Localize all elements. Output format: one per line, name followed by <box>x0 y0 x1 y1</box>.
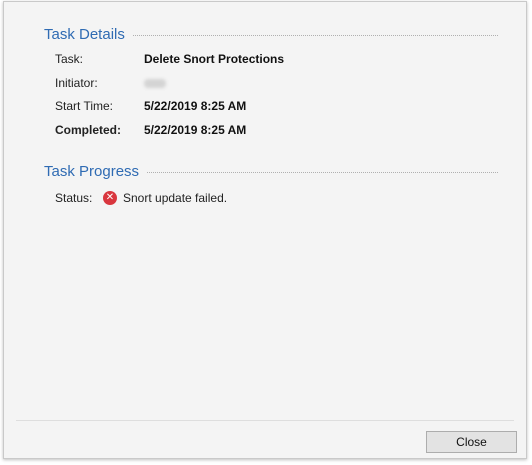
section-divider <box>147 172 498 173</box>
close-button[interactable]: Close <box>426 431 517 453</box>
status-text: Snort update failed. <box>123 191 228 205</box>
task-value: Delete Snort Protections <box>144 52 285 66</box>
start-time-value: 5/22/2019 8:25 AM <box>144 99 247 113</box>
status-row: Status: ✕ Snort update failed. <box>55 191 227 205</box>
initiator-row: Initiator: <box>55 76 166 90</box>
task-row: Task: Delete Snort Protections <box>55 52 284 66</box>
task-details-title: Task Details <box>44 26 125 43</box>
completed-label: Completed: <box>55 123 121 137</box>
task-details-header: Task Details <box>44 26 498 43</box>
task-dialog: Task Details Task: Delete Snort Protecti… <box>3 1 527 459</box>
start-time-label: Start Time: <box>55 99 114 113</box>
task-label: Task: <box>55 52 84 66</box>
task-progress-title: Task Progress <box>44 163 140 180</box>
footer-divider <box>16 420 514 421</box>
completed-row: Completed: 5/22/2019 8:25 AM <box>55 123 246 137</box>
task-progress-header: Task Progress <box>44 163 498 180</box>
status-label: Status: <box>55 191 93 205</box>
initiator-value-redacted <box>144 78 166 88</box>
start-time-row: Start Time: 5/22/2019 8:25 AM <box>55 99 246 113</box>
section-divider <box>132 35 498 36</box>
initiator-label: Initiator: <box>55 76 98 90</box>
completed-value: 5/22/2019 8:25 AM <box>144 123 247 137</box>
error-icon: ✕ <box>103 191 117 205</box>
